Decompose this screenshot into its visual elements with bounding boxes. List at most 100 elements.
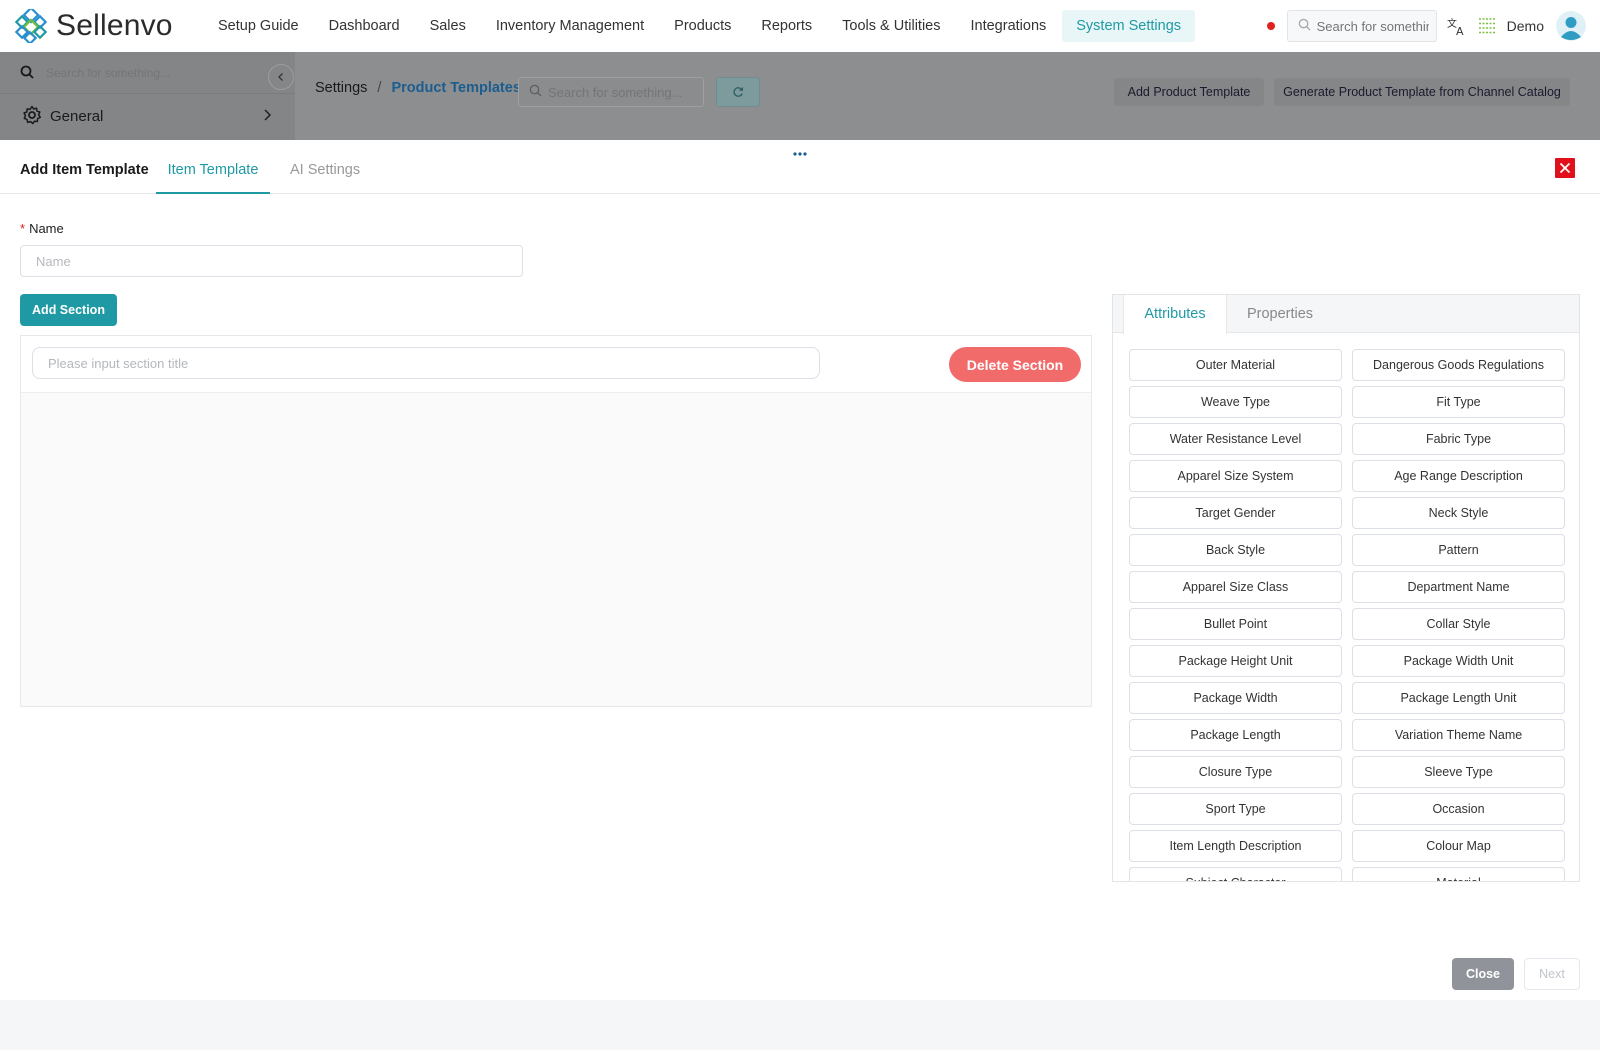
- nav-sales[interactable]: Sales: [416, 10, 480, 42]
- sidebar-item-general[interactable]: General: [22, 104, 272, 128]
- section-title-input[interactable]: [32, 347, 820, 379]
- sidebar: General: [0, 52, 295, 140]
- page-search-input[interactable]: [548, 84, 698, 100]
- user-name[interactable]: Demo: [1507, 18, 1544, 34]
- add-section-button[interactable]: Add Section: [20, 294, 117, 326]
- attribute-chip[interactable]: Neck Style: [1352, 497, 1565, 529]
- add-item-template-drawer: Add Item Template Item Template AI Setti…: [0, 140, 1600, 1000]
- breadcrumb-product-templates[interactable]: Product Templates: [391, 80, 520, 96]
- next-button[interactable]: Next: [1524, 958, 1580, 990]
- chevron-right-icon: [262, 108, 272, 125]
- nav-reports[interactable]: Reports: [747, 10, 826, 42]
- required-marker: *: [20, 221, 26, 236]
- breadcrumb-settings[interactable]: Settings: [315, 80, 367, 96]
- attributes-list: Outer Material Dangerous Goods Regulation…: [1129, 349, 1565, 881]
- nav-setup-guide[interactable]: Setup Guide: [204, 10, 313, 42]
- attribute-chip[interactable]: Fabric Type: [1352, 423, 1565, 455]
- nav-tools-utilities[interactable]: Tools & Utilities: [828, 10, 954, 42]
- attribute-chip[interactable]: Fit Type: [1352, 386, 1565, 418]
- chevron-left-icon: [278, 73, 283, 81]
- nav-system-settings[interactable]: System Settings: [1062, 10, 1196, 42]
- sidebar-item-label: General: [50, 107, 104, 125]
- gear-icon: [22, 105, 42, 128]
- attribute-chip[interactable]: Subject Character: [1129, 867, 1342, 881]
- close-button[interactable]: Close: [1452, 958, 1514, 990]
- collapse-sidebar-button[interactable]: [268, 64, 294, 90]
- tab-attributes[interactable]: Attributes: [1123, 295, 1227, 334]
- global-search[interactable]: [1286, 10, 1437, 42]
- name-field[interactable]: [20, 245, 523, 277]
- attribute-chip[interactable]: Sport Type: [1129, 793, 1342, 825]
- attribute-chip[interactable]: Package Height Unit: [1129, 645, 1342, 677]
- attribute-chip[interactable]: Water Resistance Level: [1129, 423, 1342, 455]
- search-icon: [1298, 18, 1311, 34]
- svg-text:A: A: [1456, 25, 1464, 36]
- attribute-chip[interactable]: Age Range Description: [1352, 460, 1565, 492]
- tab-properties[interactable]: Properties: [1227, 295, 1333, 333]
- sidebar-divider: [0, 93, 295, 94]
- nav-dashboard[interactable]: Dashboard: [315, 10, 414, 42]
- generate-template-from-catalog-button[interactable]: Generate Product Template from Channel C…: [1274, 78, 1570, 106]
- attribute-chip[interactable]: Variation Theme Name: [1352, 719, 1565, 751]
- attribute-chip[interactable]: Sleeve Type: [1352, 756, 1565, 788]
- sidebar-search-input[interactable]: [46, 66, 246, 80]
- attribute-chip[interactable]: Back Style: [1129, 534, 1342, 566]
- section-header: Delete Section: [21, 336, 1091, 393]
- delete-section-button[interactable]: Delete Section: [949, 347, 1081, 382]
- attribute-chip[interactable]: Package Width Unit: [1352, 645, 1565, 677]
- attribute-chip[interactable]: Package Width: [1129, 682, 1342, 714]
- attribute-chip[interactable]: Pattern: [1352, 534, 1565, 566]
- page-background-overlay: General Settings / Product Templates Add…: [0, 52, 1600, 140]
- refresh-icon: [733, 87, 744, 97]
- breadcrumb-separator: /: [377, 80, 382, 96]
- translate-icon[interactable]: 文A: [1447, 16, 1467, 36]
- nav-right-tools: 文A Demo: [1266, 0, 1586, 52]
- tab-item-template[interactable]: Item Template: [156, 162, 270, 194]
- breadcrumb: Settings / Product Templates: [315, 80, 521, 96]
- app-logo[interactable]: Sellenvo: [14, 6, 200, 46]
- user-avatar-icon[interactable]: [1556, 11, 1586, 41]
- global-search-input[interactable]: [1316, 18, 1429, 34]
- sidebar-search[interactable]: [20, 60, 246, 86]
- attributes-tab-bar: Attributes Properties: [1113, 295, 1579, 334]
- list-layout-icon[interactable]: [1477, 16, 1497, 36]
- template-section: Delete Section: [20, 335, 1092, 707]
- attribute-chip[interactable]: Dangerous Goods Regulations: [1352, 349, 1565, 381]
- attribute-chip[interactable]: Target Gender: [1129, 497, 1342, 529]
- attribute-chip[interactable]: Apparel Size Class: [1129, 571, 1342, 603]
- add-product-template-button[interactable]: Add Product Template: [1114, 78, 1264, 106]
- name-label-text: Name: [29, 221, 64, 236]
- nav-products[interactable]: Products: [660, 10, 745, 42]
- status-dot: [1266, 22, 1275, 30]
- attribute-chip[interactable]: Closure Type: [1129, 756, 1342, 788]
- attribute-chip[interactable]: Bullet Point: [1129, 608, 1342, 640]
- page-search[interactable]: [518, 77, 704, 107]
- drawer-title: Add Item Template: [20, 162, 149, 178]
- attribute-chip[interactable]: Apparel Size System: [1129, 460, 1342, 492]
- attribute-chip[interactable]: Outer Material: [1129, 349, 1342, 381]
- attribute-chip[interactable]: Package Length Unit: [1352, 682, 1565, 714]
- search-icon: [529, 84, 542, 100]
- attribute-chip[interactable]: Occasion: [1352, 793, 1565, 825]
- attribute-chip[interactable]: Item Length Description: [1129, 830, 1342, 862]
- search-icon: [20, 65, 34, 82]
- tab-ai-settings[interactable]: AI Settings: [290, 162, 360, 178]
- main-nav: Setup Guide Dashboard Sales Inventory Ma…: [204, 0, 1197, 52]
- refresh-button[interactable]: [716, 77, 760, 107]
- name-label: * Name: [20, 221, 64, 236]
- attribute-chip[interactable]: Department Name: [1352, 571, 1565, 603]
- top-navbar: Sellenvo Setup Guide Dashboard Sales Inv…: [0, 0, 1600, 52]
- attributes-panel: Attributes Properties Outer Material Dang…: [1112, 294, 1580, 882]
- close-drawer-button[interactable]: [1555, 158, 1575, 178]
- logo-text: Sellenvo: [56, 9, 173, 42]
- close-icon: [1559, 162, 1571, 174]
- nav-inventory-management[interactable]: Inventory Management: [482, 10, 658, 42]
- attribute-chip[interactable]: Colour Map: [1352, 830, 1565, 862]
- attribute-chip[interactable]: Package Length: [1129, 719, 1342, 751]
- attribute-chip[interactable]: Weave Type: [1129, 386, 1342, 418]
- attribute-chip[interactable]: Material: [1352, 867, 1565, 881]
- logo-icon: [14, 6, 48, 46]
- attribute-chip[interactable]: Collar Style: [1352, 608, 1565, 640]
- drawer-tab-bar: Add Item Template Item Template AI Setti…: [0, 154, 1600, 194]
- nav-integrations[interactable]: Integrations: [956, 10, 1060, 42]
